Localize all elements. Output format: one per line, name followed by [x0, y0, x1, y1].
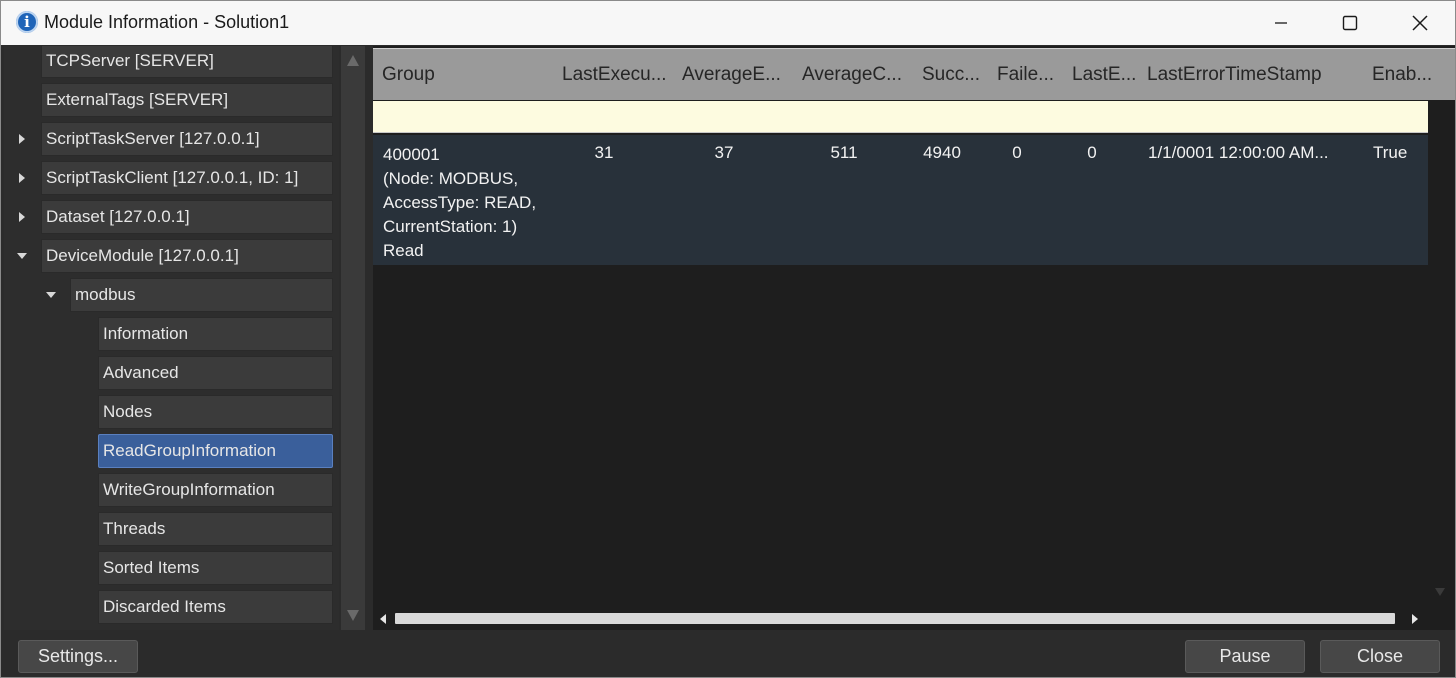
read-group-grid: Group LastExecu... AverageE... AverageC... S… [373, 46, 1455, 630]
close-window-button[interactable] [1385, 1, 1455, 45]
tree-item-label: Dataset [127.0.0.1] [46, 207, 190, 226]
tree-item-label: ReadGroupInformation [103, 441, 276, 460]
table-cell: 1/1/0001 12:00:00 AM... [1148, 143, 1329, 162]
group-cell-line: 400001 [383, 145, 440, 164]
settings-button[interactable]: Settings... [18, 640, 138, 673]
column-header[interactable]: LastExecu... [562, 49, 674, 101]
bottom-bar: Settings... Pause Close [1, 631, 1455, 677]
collapse-arrow-icon[interactable] [17, 251, 27, 261]
tree-vertical-scrollbar[interactable] [341, 46, 365, 630]
group-cell-line: CurrentStation: 1) [383, 217, 518, 236]
tree-item[interactable]: ReadGroupInformation [98, 434, 333, 468]
group-cell: 400001 (Node: MODBUS, AccessType: READ, Cur… [383, 143, 536, 263]
table-cell: 0 [1087, 143, 1097, 162]
column-header[interactable]: Group [382, 49, 552, 101]
tree-item-label: TCPServer [SERVER] [46, 51, 214, 70]
grid-right-strip [1428, 101, 1455, 630]
tree-item-label: ExternalTags [SERVER] [46, 90, 229, 109]
column-header[interactable]: Enab... [1372, 49, 1432, 101]
tree-item-label: ScriptTaskClient [127.0.0.1, ID: 1] [46, 168, 299, 187]
group-cell-line: (Node: MODBUS, [383, 169, 519, 188]
column-header[interactable]: AverageE... [682, 49, 794, 101]
minimize-button[interactable] [1246, 1, 1316, 45]
close-button[interactable]: Close [1320, 640, 1440, 673]
group-cell-line: Read [383, 241, 424, 260]
tree-item[interactable]: DeviceModule [127.0.0.1] [41, 239, 333, 273]
tree-item-label: Advanced [103, 363, 179, 382]
minimize-icon [1275, 22, 1287, 24]
expand-arrow-icon[interactable] [17, 212, 27, 222]
table-cell: 511 [830, 143, 858, 162]
tree-item[interactable]: Sorted Items [98, 551, 333, 585]
scroll-up-icon[interactable] [345, 52, 361, 68]
table-cell: True [1373, 143, 1408, 162]
info-icon: i [16, 11, 38, 33]
tree-item[interactable]: ScriptTaskClient [127.0.0.1, ID: 1] [41, 161, 333, 195]
tree-item-label: Threads [103, 519, 166, 538]
column-header[interactable]: Faile... [997, 49, 1065, 101]
tree-item[interactable]: modbus [70, 278, 333, 312]
scroll-right-icon[interactable] [1410, 613, 1420, 625]
tree-item[interactable]: Threads [98, 512, 333, 546]
tree-item-label: Nodes [103, 402, 153, 421]
tree-item-label: Information [103, 324, 189, 343]
grid-horizontal-scrollbar[interactable] [373, 608, 1428, 630]
table-cell: 31 [594, 143, 614, 162]
tree-item[interactable]: Discarded Items [98, 590, 333, 624]
pause-button[interactable]: Pause [1185, 640, 1305, 673]
grid-filter-row[interactable] [373, 101, 1428, 133]
title-bar: i Module Information - Solution1 [1, 1, 1455, 45]
column-header[interactable]: AverageC... [802, 49, 914, 101]
column-header[interactable]: LastErrorTimeStamp [1147, 49, 1367, 101]
tree-item[interactable]: Information [98, 317, 333, 351]
expand-arrow-icon[interactable] [17, 134, 27, 144]
maximize-button[interactable] [1315, 1, 1385, 45]
scroll-left-icon[interactable] [378, 613, 388, 625]
tree-item[interactable]: Advanced [98, 356, 333, 390]
window-title: Module Information - Solution1 [44, 12, 290, 32]
scroll-down-icon[interactable] [345, 608, 361, 624]
table-cell: 0 [1012, 143, 1022, 162]
tree-item-label: ScriptTaskServer [127.0.0.1] [46, 129, 260, 148]
tree-item[interactable]: ExternalTags [SERVER] [41, 83, 333, 117]
tree-item-label: WriteGroupInformation [103, 480, 275, 499]
column-header[interactable]: LastE... [1072, 49, 1140, 101]
module-information-window: i Module Information - Solution1 TCPServ… [0, 0, 1456, 678]
tree-item[interactable]: ScriptTaskServer [127.0.0.1] [41, 122, 333, 156]
table-row[interactable]: 400001 (Node: MODBUS, AccessType: READ, Cur… [373, 135, 1428, 265]
horizontal-scroll-thumb[interactable] [395, 613, 1395, 624]
tree-item[interactable]: Nodes [98, 395, 333, 429]
column-header[interactable]: Succ... [922, 49, 990, 101]
tree-item[interactable]: TCPServer [SERVER] [41, 46, 333, 78]
module-tree: TCPServer [SERVER] ExternalTags [SERVER] S… [4, 46, 339, 630]
collapse-arrow-icon[interactable] [46, 290, 56, 300]
tree-item-label: DeviceModule [127.0.0.1] [46, 246, 239, 265]
maximize-icon [1342, 15, 1358, 31]
tree-item-label: Discarded Items [103, 597, 226, 616]
tree-item-label: modbus [75, 285, 136, 304]
tree-item[interactable]: WriteGroupInformation [98, 473, 333, 507]
expand-arrow-icon[interactable] [17, 173, 27, 183]
table-cell: 37 [714, 143, 734, 162]
tree-item-label: Sorted Items [103, 558, 200, 577]
group-cell-line: AccessType: READ, [383, 193, 537, 212]
table-cell: 4940 [923, 143, 961, 162]
tree-item[interactable]: Dataset [127.0.0.1] [41, 200, 333, 234]
close-icon [1412, 15, 1428, 31]
grid-header-row: Group LastExecu... AverageE... AverageC... S… [373, 48, 1455, 100]
grid-scroll-down-icon[interactable] [1433, 586, 1447, 598]
